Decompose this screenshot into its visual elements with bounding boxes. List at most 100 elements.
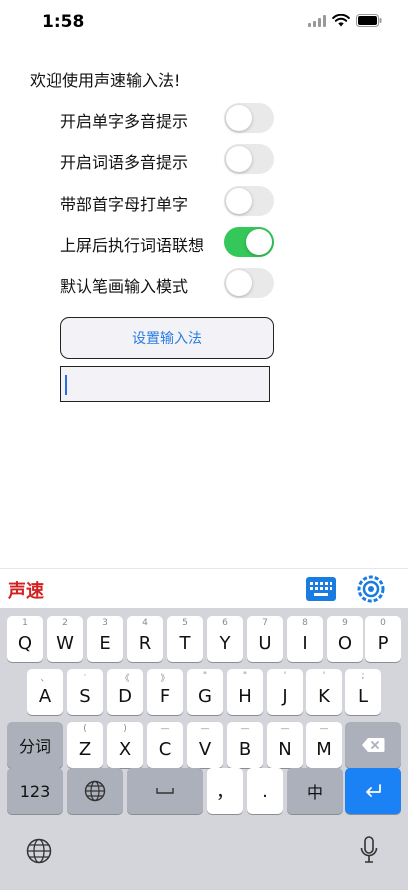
key-o[interactable]: 9O [327, 616, 363, 662]
key-hint: — [319, 724, 329, 734]
key-a[interactable]: 、 A [27, 669, 63, 715]
key-v[interactable]: — V [187, 722, 223, 768]
setting-label: 带部首字母打单字 [60, 195, 189, 214]
key-label: X [118, 738, 132, 760]
setting-row-stroke-mode: 默认笔画输入模式 [60, 267, 274, 299]
key-b[interactable]: — B [227, 722, 263, 768]
setting-label: 默认笔画输入模式 [60, 277, 189, 296]
setting-row-single-char-polyphone: 开启单字多音提示 [60, 102, 274, 134]
stroke-mode-toggle[interactable] [224, 268, 274, 298]
key-j[interactable]: ' J [267, 669, 303, 715]
toggle-knob [246, 229, 272, 255]
gear-icon[interactable] [357, 575, 385, 607]
cellular-signal-icon [308, 14, 326, 27]
language-toggle-key[interactable]: 中 [287, 768, 343, 814]
key-u[interactable]: 7U [247, 616, 283, 662]
globe-key[interactable] [67, 768, 123, 814]
key-label: T [179, 632, 191, 654]
key-h[interactable]: " H [227, 669, 263, 715]
key-p[interactable]: 0P [365, 616, 401, 662]
key-g[interactable]: " G [187, 669, 223, 715]
globe-icon [84, 780, 106, 802]
test-text-input[interactable] [60, 366, 270, 402]
word-polyphone-toggle[interactable] [224, 144, 274, 174]
keyboard-icon[interactable] [306, 577, 336, 605]
key-i[interactable]: 8I [287, 616, 323, 662]
key-c[interactable]: — C [147, 722, 183, 768]
key-label: D [118, 685, 132, 707]
keyboard-brand-logo: 声速 [8, 581, 44, 602]
segment-key[interactable]: 分词 [7, 722, 63, 768]
setup-input-method-button[interactable]: 设置输入法 [60, 317, 274, 359]
key-y[interactable]: 6Y [207, 616, 243, 662]
space-icon [156, 788, 174, 794]
key-label: S [79, 685, 91, 707]
key-hint: ( [83, 724, 87, 734]
key-label: H [238, 685, 252, 707]
key-hint: 4 [142, 618, 148, 628]
key-label: B [238, 738, 252, 760]
key-label: O [337, 632, 353, 654]
key-hint: 1 [22, 618, 28, 628]
key-label: P [377, 632, 389, 654]
radical-letter-toggle[interactable] [224, 186, 274, 216]
key-m[interactable]: — M [306, 722, 342, 768]
key-label: Q [17, 632, 33, 654]
keyboard-toolbar: 声速 [0, 568, 408, 608]
battery-icon [356, 14, 382, 27]
key-d[interactable]: 《 D [107, 669, 143, 715]
key-hint: 9 [342, 618, 348, 628]
toggle-knob [226, 270, 252, 296]
key-e[interactable]: 3E [87, 616, 123, 662]
key-z[interactable]: (Z [67, 722, 103, 768]
key-label: L [357, 685, 369, 707]
key-hint: — [240, 724, 250, 734]
wifi-icon [332, 14, 350, 27]
key-k[interactable]: ' K [306, 669, 342, 715]
key-label: U [258, 632, 272, 654]
microphone-icon[interactable] [360, 836, 378, 870]
key-s[interactable]: · S [67, 669, 103, 715]
comma-key[interactable]: ， [207, 768, 243, 814]
key-label: M [316, 738, 332, 760]
status-time: 1:58 [42, 12, 85, 32]
key-hint: ' [283, 671, 287, 681]
globe-icon[interactable] [26, 838, 52, 868]
backspace-key[interactable] [345, 722, 401, 768]
key-hint: 7 [262, 618, 268, 628]
period-key[interactable]: . [247, 768, 283, 814]
key-q[interactable]: 1Q [7, 616, 43, 662]
key-label: W [56, 632, 74, 654]
key-label: C [158, 738, 172, 760]
welcome-text: 欢迎使用声速输入法! [30, 71, 181, 90]
key-x[interactable]: ) X [107, 722, 143, 768]
key-f[interactable]: 》 F [147, 669, 183, 715]
setting-label: 开启单字多音提示 [60, 112, 189, 131]
setting-row-word-polyphone: 开启词语多音提示 [60, 143, 274, 175]
key-hint: 、 [40, 674, 50, 684]
key-hint: " [242, 671, 248, 681]
key-n[interactable]: — N [267, 722, 303, 768]
key-label: N [278, 738, 292, 760]
key-label: R [138, 632, 152, 654]
key-hint: 《 [120, 674, 130, 684]
key-l[interactable]: ; L [345, 669, 381, 715]
text-caret [65, 375, 67, 395]
key-r[interactable]: 4R [127, 616, 163, 662]
key-label: G [198, 685, 212, 707]
key-hint: 8 [302, 618, 308, 628]
key-hint: ; [361, 671, 365, 681]
key-w[interactable]: 2W [47, 616, 83, 662]
return-key[interactable] [345, 768, 401, 814]
word-association-toggle[interactable] [224, 227, 274, 257]
numbers-key[interactable]: 123 [7, 768, 63, 814]
key-label: J [282, 685, 288, 707]
single-char-polyphone-toggle[interactable] [224, 103, 274, 133]
key-label: K [318, 685, 330, 707]
toggle-knob [226, 188, 252, 214]
key-hint: — [280, 724, 290, 734]
key-label: I [302, 632, 308, 654]
key-label: F [159, 685, 171, 707]
space-key[interactable] [127, 768, 203, 814]
key-t[interactable]: 5T [167, 616, 203, 662]
